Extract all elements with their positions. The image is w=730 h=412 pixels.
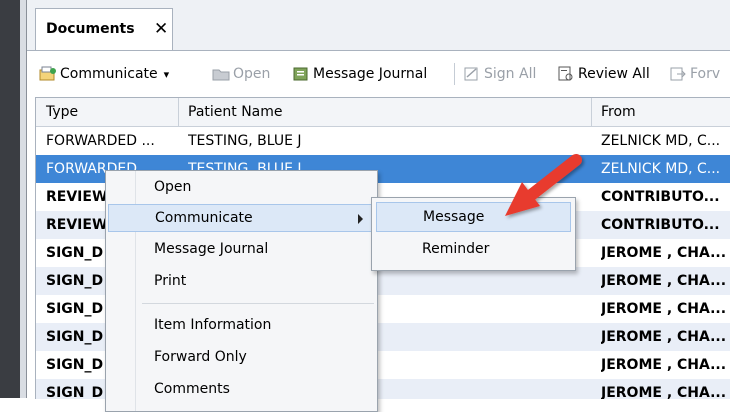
- menu-item-label: Open: [154, 179, 192, 195]
- menu-item-label: Reminder: [422, 241, 490, 257]
- menu-item-item-information[interactable]: Item Information: [108, 312, 375, 340]
- context-menu: Open Communicate Message Journal Print I…: [105, 170, 378, 412]
- menu-separator: [142, 303, 374, 304]
- journal-icon: [293, 67, 308, 81]
- menu-item-forward-only[interactable]: Forward Only: [108, 344, 375, 372]
- close-icon[interactable]: ✕: [154, 19, 168, 39]
- menu-item-communicate[interactable]: Communicate: [108, 204, 375, 232]
- column-header-patient-name[interactable]: Patient Name: [188, 104, 283, 120]
- message-journal-button[interactable]: Message Journal: [292, 63, 427, 85]
- tab-strip: Documents ✕: [27, 0, 730, 51]
- communicate-submenu: Message Reminder: [371, 197, 576, 271]
- cell-from: CONTRIBUTO...: [601, 217, 720, 233]
- tab-documents-label: Documents: [46, 21, 135, 37]
- cell-patient: TESTING, BLUE J: [188, 133, 302, 149]
- cell-type: FORWARDED ...: [46, 133, 155, 149]
- cell-from: JEROME , CHA...: [601, 357, 727, 373]
- review-icon: [558, 66, 573, 81]
- cell-from: CONTRIBUTO...: [601, 189, 720, 205]
- menu-item-print[interactable]: Print: [108, 268, 375, 296]
- chevron-down-icon[interactable]: ▾: [164, 68, 170, 81]
- table-row[interactable]: FORWARDED ... TESTING, BLUE J ZELNICK MD, …: [36, 127, 730, 155]
- cell-from: JEROME , CHA...: [601, 273, 727, 289]
- toolbar: Communicate ▾ Open Message Journal Sign …: [27, 51, 730, 93]
- menu-item-label: Message: [423, 209, 485, 225]
- open-label: Open: [233, 66, 271, 82]
- menu-item-message-journal[interactable]: Message Journal: [108, 236, 375, 264]
- column-divider[interactable]: [591, 98, 592, 126]
- submenu-item-reminder[interactable]: Reminder: [376, 235, 571, 265]
- review-all-label: Review All: [578, 66, 650, 82]
- menu-item-comments[interactable]: Comments: [108, 376, 375, 404]
- cell-from: ZELNICK MD, C...: [601, 161, 721, 177]
- submenu-item-message[interactable]: Message: [376, 202, 571, 232]
- cell-from: JEROME , CHA...: [601, 245, 727, 261]
- menu-item-label: Message Journal: [154, 241, 269, 257]
- menu-item-label: Item Information: [154, 317, 272, 333]
- forward-label: Forv: [690, 66, 721, 82]
- cell-from: JEROME , CHA...: [601, 385, 727, 399]
- tab-documents[interactable]: Documents ✕: [35, 8, 173, 50]
- menu-item-open[interactable]: Open: [108, 174, 375, 202]
- cell-from: JEROME , CHA...: [601, 301, 727, 317]
- sign-icon: [464, 67, 478, 81]
- cell-from: JEROME , CHA...: [601, 329, 727, 345]
- menu-item-label: Forward Only: [154, 349, 247, 365]
- submenu-arrow-icon: [358, 214, 363, 224]
- review-all-button[interactable]: Review All: [557, 63, 650, 85]
- sign-all-label: Sign All: [484, 66, 537, 82]
- folder-open-icon: [212, 69, 230, 81]
- communicate-label: Communicate: [60, 66, 158, 82]
- toolbar-separator: [454, 63, 455, 85]
- column-header-type[interactable]: Type: [46, 104, 78, 120]
- left-panel-rail: [0, 0, 20, 398]
- grid-header: Type Patient Name From: [36, 98, 730, 127]
- communicate-button[interactable]: Communicate ▾: [39, 63, 169, 85]
- open-button[interactable]: Open: [212, 63, 270, 85]
- forward-icon: [670, 67, 686, 81]
- sign-all-button[interactable]: Sign All: [463, 63, 536, 85]
- menu-item-label: Communicate: [155, 210, 253, 226]
- message-journal-label: Message Journal: [313, 66, 428, 82]
- menu-item-label: Comments: [154, 381, 230, 397]
- column-header-from[interactable]: From: [601, 104, 636, 120]
- forward-button[interactable]: Forv: [669, 63, 720, 85]
- communicate-icon: [39, 66, 56, 81]
- menu-item-label: Print: [154, 273, 187, 289]
- column-divider[interactable]: [178, 98, 179, 126]
- cell-from: ZELNICK MD, C...: [601, 133, 721, 149]
